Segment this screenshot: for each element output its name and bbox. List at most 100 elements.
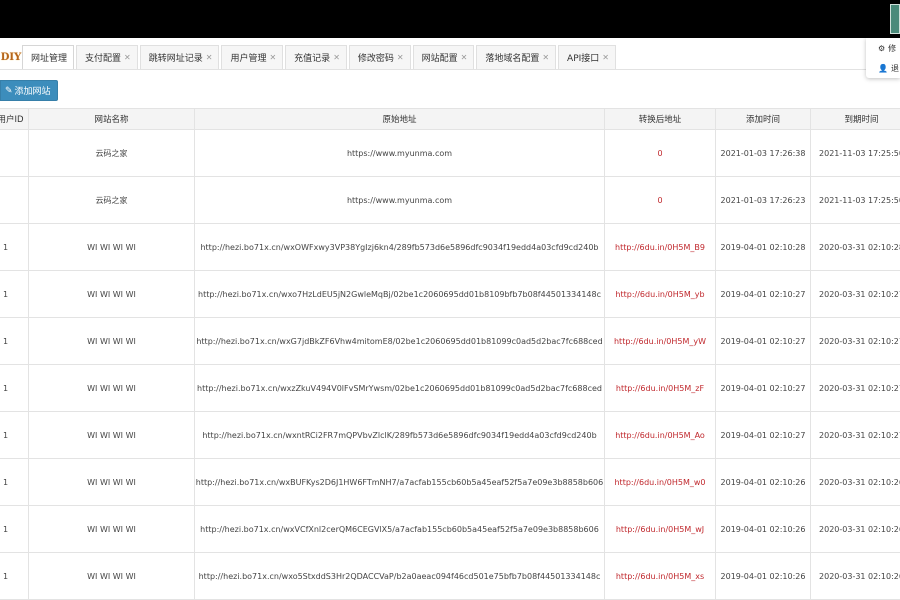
close-icon[interactable]: ✕ — [397, 53, 404, 62]
cell-url[interactable]: http://hezi.bo71x.cn/wxOWFxwy3VP38YgIzj6… — [194, 223, 605, 271]
tab-label: API接口 — [567, 54, 600, 64]
user-x-icon: 👤 — [878, 63, 888, 73]
table-row[interactable]: 1 WI WI WI WI http://hezi.bo71x.cn/wxo5Stx… — [0, 552, 900, 600]
cell-added: 2019-04-01 02:10:27 — [715, 317, 811, 365]
cell-converted[interactable]: 0 — [604, 129, 716, 177]
cell-url[interactable]: http://hezi.bo71x.cn/wxBUFKys2D6J1HW6FTm… — [194, 458, 605, 506]
cell-url[interactable]: http://hezi.bo71x.cn/wxVCfXnl2cerQM6CEGV… — [194, 505, 605, 553]
close-icon[interactable]: ✕ — [461, 53, 468, 62]
column-header[interactable]: 用户ID — [0, 108, 29, 130]
column-header[interactable]: 到期时间 — [810, 108, 900, 130]
cell-converted[interactable]: 0 — [604, 176, 716, 224]
tab-label: 网站配置 — [421, 54, 458, 64]
tab-label: 落地域名配置 — [485, 54, 540, 64]
cell-expires: 2020-03-31 02:10:26 — [810, 505, 900, 553]
table-header-row: 用户ID 网站名称 原始地址 转换后地址 添加时间 到期时间 — [0, 108, 900, 130]
cell-uid: 1 — [0, 411, 29, 459]
close-icon[interactable]: ✕ — [124, 53, 131, 62]
cell-url[interactable]: http://hezi.bo71x.cn/wxntRCi2FR7mQPVbvZl… — [194, 411, 605, 459]
tab-label: 修改密码 — [357, 54, 394, 64]
table-row[interactable]: 1 WI WI WI WI http://hezi.bo71x.cn/wxG7jdB… — [0, 317, 900, 365]
tab-4[interactable]: 充值记录 ✕ — [285, 45, 347, 69]
cell-name: 云码之家 — [28, 176, 195, 224]
tab-1[interactable]: 支付配置 ✕ — [76, 45, 138, 69]
cell-added: 2021-01-03 17:26:38 — [715, 129, 811, 177]
gear-icon: ⚙ — [878, 43, 886, 53]
tab-label: 支付配置 — [85, 54, 122, 64]
cell-name: WI WI WI WI — [28, 364, 195, 412]
cell-expires: 2020-03-31 02:10:27 — [810, 270, 900, 318]
close-icon[interactable]: ✕ — [602, 53, 609, 62]
add-site-button[interactable]: ✎ 添加网站 — [0, 80, 58, 101]
edit-icon: ✎ — [5, 85, 13, 95]
table-row[interactable]: 1 WI WI WI WI http://hezi.bo71x.cn/wxzZkuV… — [0, 364, 900, 412]
toolbar: ✎ 添加网站 — [0, 80, 58, 102]
column-header[interactable]: 原始地址 — [194, 108, 605, 130]
cell-name: WI WI WI WI — [28, 223, 195, 271]
tab-7[interactable]: 落地域名配置 ✕ — [476, 45, 557, 69]
tab-3[interactable]: 用户管理 ✕ — [221, 45, 284, 69]
cell-converted[interactable]: http://6du.in/0H5M_wJ — [604, 505, 716, 553]
sites-table: 用户ID 网站名称 原始地址 转换后地址 添加时间 到期时间 云码之家 https://ww… — [0, 108, 900, 600]
cell-expires: 2020-03-31 02:10:28 — [810, 223, 900, 271]
table-row[interactable]: 1 WI WI WI WI http://hezi.bo71x.cn/wxo7HzL… — [0, 270, 900, 318]
column-header[interactable]: 添加时间 — [715, 108, 811, 130]
tab-8[interactable]: API接口 ✕ — [558, 45, 616, 69]
cell-name: WI WI WI WI — [28, 317, 195, 365]
menu-item-change-password[interactable]: ⚙ 修 — [866, 38, 900, 58]
cell-expires: 2020-03-31 02:10:26 — [810, 552, 900, 600]
tab-6[interactable]: 网站配置 ✕ — [412, 45, 475, 69]
menu-item-label: 修 — [888, 43, 897, 53]
cell-expires: 2020-03-31 02:10:27 — [810, 411, 900, 459]
cell-url[interactable]: http://hezi.bo71x.cn/wxo5StxddS3Hr2QDACC… — [194, 552, 605, 600]
cell-expires: 2021-11-03 17:25:50 — [810, 176, 900, 224]
cell-converted[interactable]: http://6du.in/0H5M_Ao — [604, 411, 716, 459]
cell-added: 2019-04-01 02:10:27 — [715, 270, 811, 318]
cell-uid — [0, 129, 29, 177]
column-header[interactable]: 网站名称 — [28, 108, 195, 130]
cell-expires: 2020-03-31 02:10:27 — [810, 364, 900, 412]
table-body: 云码之家 https://www.myunma.com 0 2021-01-03 17… — [0, 129, 900, 600]
cell-converted[interactable]: http://6du.in/0H5M_yb — [604, 270, 716, 318]
tab-label: 用户管理 — [230, 54, 267, 64]
cell-added: 2021-01-03 17:26:23 — [715, 176, 811, 224]
user-avatar[interactable] — [890, 4, 900, 34]
tab-5[interactable]: 修改密码 ✕ — [348, 45, 411, 69]
table-row[interactable]: 1 WI WI WI WI http://hezi.bo71x.cn/wxBUFKy… — [0, 458, 900, 506]
cell-expires: 2020-03-31 02:10:26 — [810, 458, 900, 506]
close-icon[interactable]: ✕ — [333, 53, 340, 62]
sites-table-container: 用户ID 网站名称 原始地址 转换后地址 添加时间 到期时间 云码之家 https://ww… — [0, 108, 900, 600]
cell-converted[interactable]: http://6du.in/0H5M_zF — [604, 364, 716, 412]
cell-url[interactable]: http://hezi.bo71x.cn/wxG7jdBkZF6Vhw4mito… — [194, 317, 605, 365]
cell-name: 云码之家 — [28, 129, 195, 177]
cell-url[interactable]: http://hezi.bo71x.cn/wxzZkuV494V0lFvSMrY… — [194, 364, 605, 412]
table-row[interactable]: 云码之家 https://www.myunma.com 0 2021-01-03 17… — [0, 176, 900, 224]
cell-converted[interactable]: http://6du.in/0H5M_yW — [604, 317, 716, 365]
cell-url[interactable]: https://www.myunma.com — [194, 176, 605, 224]
table-row[interactable]: 云码之家 https://www.myunma.com 0 2021-01-03 17… — [0, 129, 900, 177]
table-row[interactable]: 1 WI WI WI WI http://hezi.bo71x.cn/wxVCfXn… — [0, 505, 900, 553]
table-row[interactable]: 1 WI WI WI WI http://hezi.bo71x.cn/wxOWFxw… — [0, 223, 900, 271]
cell-uid: 1 — [0, 552, 29, 600]
cell-converted[interactable]: http://6du.in/0H5M_w0 — [604, 458, 716, 506]
menu-item-label: 退 — [890, 63, 899, 73]
cell-url[interactable]: https://www.myunma.com — [194, 129, 605, 177]
cell-uid: 1 — [0, 270, 29, 318]
cell-uid: 1 — [0, 223, 29, 271]
cell-added: 2019-04-01 02:10:27 — [715, 411, 811, 459]
close-icon[interactable]: ✕ — [542, 53, 549, 62]
tab-0[interactable]: 网址管理 — [22, 45, 75, 69]
table-row[interactable]: 1 WI WI WI WI http://hezi.bo71x.cn/wxntRCi… — [0, 411, 900, 459]
cell-converted[interactable]: http://6du.in/0H5M_B9 — [604, 223, 716, 271]
cell-converted[interactable]: http://6du.in/0H5M_xs — [604, 552, 716, 600]
close-icon[interactable]: ✕ — [269, 53, 276, 62]
cell-added: 2019-04-01 02:10:26 — [715, 458, 811, 506]
cell-url[interactable]: http://hezi.bo71x.cn/wxo7HzLdEU5jN2GwleM… — [194, 270, 605, 318]
column-header[interactable]: 转换后地址 — [604, 108, 716, 130]
tab-list: 网址管理 支付配置 ✕ 跳转网址记录 ✕ 用户管理 ✕ 充值记录 ✕ 修改密码 ✕ 网站配置 ✕ 落地域名… — [22, 45, 618, 69]
menu-item-logout[interactable]: 👤 退 — [866, 58, 900, 78]
tab-2[interactable]: 跳转网址记录 ✕ — [139, 45, 220, 69]
cell-uid: 1 — [0, 458, 29, 506]
cell-added: 2019-04-01 02:10:28 — [715, 223, 811, 271]
close-icon[interactable]: ✕ — [206, 53, 213, 62]
